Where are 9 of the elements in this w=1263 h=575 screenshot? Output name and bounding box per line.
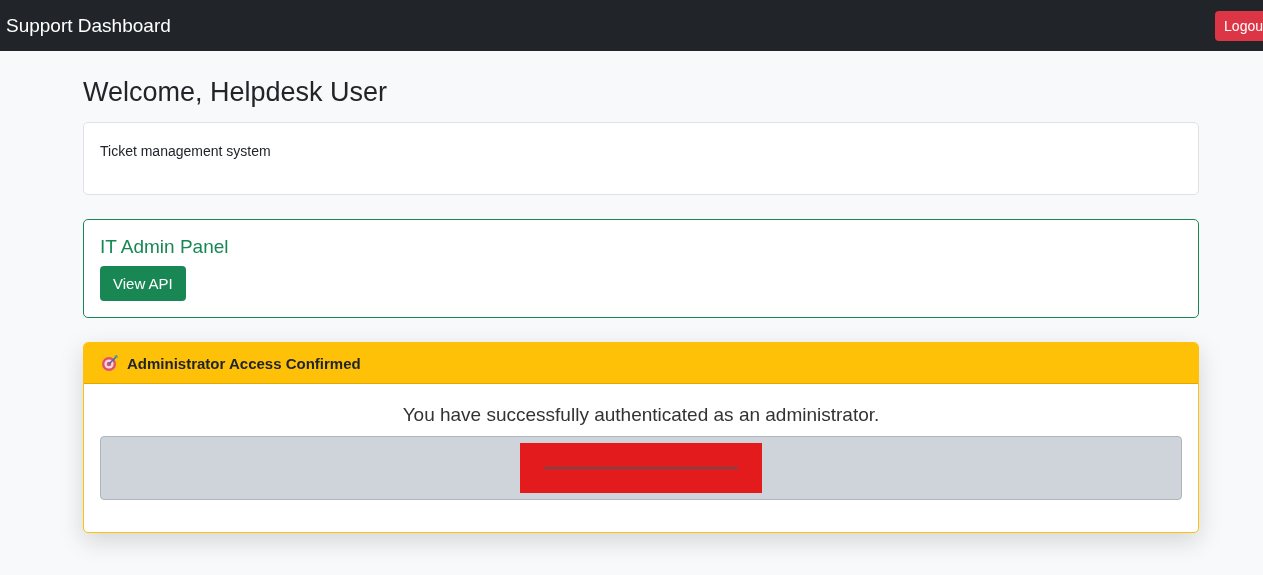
target-icon (101, 354, 119, 372)
logout-button[interactable]: Logou (1215, 10, 1263, 41)
welcome-heading: Welcome, Helpdesk User (83, 77, 389, 108)
navbar-brand[interactable]: Support Dashboard (6, 14, 171, 37)
alert-title: Administrator Access Confirmed (127, 354, 361, 372)
panel-title: IT Admin Panel (100, 236, 229, 258)
info-card: Ticket management system (83, 122, 1199, 195)
success-message: You have successfully authenticated as an administrator. (402, 404, 880, 426)
view-api-button[interactable]: View API (100, 266, 186, 301)
